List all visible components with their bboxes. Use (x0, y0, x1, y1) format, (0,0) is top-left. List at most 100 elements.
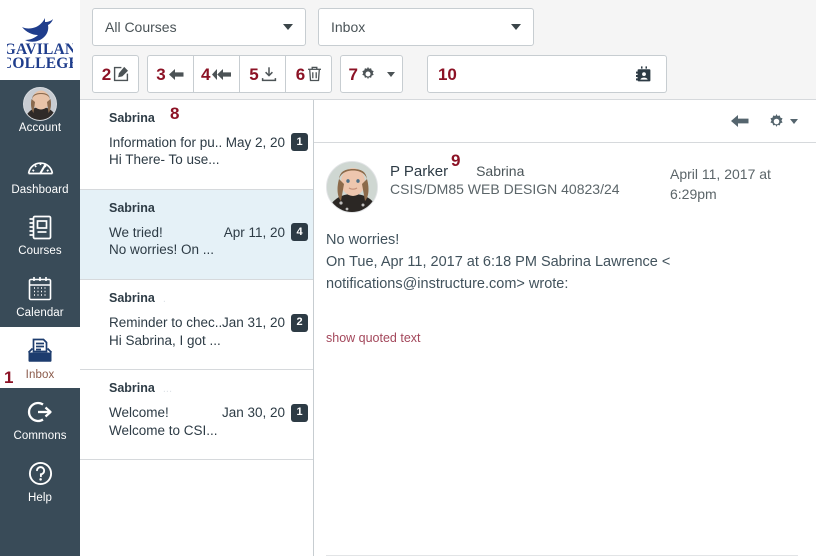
global-nav-items: Account Dashboard (0, 80, 80, 511)
action-row: 2 3 4 (92, 55, 806, 93)
message-subject: Reminder to chec... (109, 315, 221, 331)
sidebar-item-inbox[interactable]: Inbox (0, 327, 80, 389)
message-subject-row: Information for pu.. May 2, 20 1 (109, 135, 299, 151)
annotation-3: 3 (156, 66, 165, 83)
message-subject: Information for pu.. (109, 135, 221, 151)
message-recipient-name: Sabrina (476, 163, 524, 179)
message-header-block: P Parker Sabrina CSIS/DM85 WEB DESIGN 40… (326, 161, 798, 213)
reply-all-double-arrow-icon (212, 67, 232, 82)
message-sender: Sabrina. (109, 292, 299, 305)
message-subject: Welcome! (109, 405, 169, 421)
message-subject: We tried! (109, 225, 163, 241)
message-sender-name: P Parker (390, 163, 448, 180)
message-participants: P Parker Sabrina (390, 163, 658, 180)
inbox-toolbar: All Courses Inbox 2 (80, 0, 816, 99)
reply-button[interactable]: 3 (147, 55, 194, 93)
message-count-badge: 2 (291, 314, 308, 332)
message-subject-row: We tried! Apr 11, 20 4 (109, 225, 299, 241)
message-timestamp: April 11, 2017 at 6:29pm (670, 161, 798, 205)
gear-icon (768, 113, 785, 130)
canvas-inbox-screenshot: GAVILAN COLLEGE (0, 0, 816, 556)
message-subject-row: Reminder to chec... Jan 31, 20 2 (109, 315, 299, 331)
message-course-name: CSIS/DM85 WEB DESIGN 40823/24 (390, 181, 658, 197)
compose-button[interactable]: 2 (92, 55, 139, 93)
archive-button[interactable]: 5 (239, 55, 286, 93)
search-group: 10 (427, 55, 667, 93)
list-item[interactable]: Sabrina Information for pu.. May 2, 20 1… (80, 100, 313, 190)
reply-arrow-icon (730, 113, 750, 129)
course-filter-value: All Courses (105, 19, 177, 35)
annotation-5: 5 (249, 66, 258, 83)
message-sender: Sabrina (109, 112, 299, 125)
sidebar-item-label: Inbox (26, 369, 55, 382)
message-detail-pane: P Parker Sabrina CSIS/DM85 WEB DESIGN 40… (314, 100, 816, 556)
chevron-down-icon (790, 119, 798, 124)
message-preview: Hi Sabrina, I got ... (109, 333, 299, 349)
course-filter-select[interactable]: All Courses (92, 8, 306, 46)
user-avatar-icon (23, 89, 57, 119)
message-actions-group: 3 4 5 (147, 55, 332, 93)
detail-reply-button[interactable] (730, 113, 750, 129)
sidebar-item-help[interactable]: Help (0, 450, 80, 512)
sidebar-item-label: Help (28, 492, 52, 505)
sidebar-item-calendar[interactable]: Calendar (0, 265, 80, 327)
sidebar-item-dashboard[interactable]: Dashboard (0, 142, 80, 204)
inbox-main-region: All Courses Inbox 2 (80, 0, 816, 556)
sidebar-item-account[interactable]: Account (0, 80, 80, 142)
sidebar-item-label: Calendar (16, 307, 63, 320)
message-sender-ghost: . (163, 293, 166, 305)
body-line-2: On Tue, Apr 11, 2017 at 6:18 PM Sabrina … (326, 251, 798, 273)
search-input[interactable]: 10 (427, 55, 623, 93)
show-quoted-text-link[interactable]: show quoted text (326, 331, 421, 345)
global-navigation-sidebar: GAVILAN COLLEGE (0, 0, 80, 556)
message-detail-header (314, 100, 816, 143)
list-item[interactable]: Sabrina. Reminder to chec... Jan 31, 20 … (80, 280, 313, 370)
reply-all-button[interactable]: 4 (193, 55, 240, 93)
dove-icon: GAVILAN COLLEGE (7, 10, 73, 72)
chevron-down-icon (511, 24, 521, 30)
settings-group: 7 (340, 55, 402, 93)
body-line-1: No worries! (326, 229, 798, 251)
detail-header-actions (730, 113, 798, 130)
message-count-badge: 4 (291, 223, 308, 241)
address-book-button[interactable] (622, 55, 667, 93)
message-count-badge: 1 (291, 404, 308, 422)
message-subject-row: Welcome! Jan 30, 20 1 (109, 405, 299, 421)
address-book-icon (636, 66, 652, 83)
message-preview: No worries! On ... (109, 242, 299, 258)
sidebar-item-label: Dashboard (11, 184, 68, 197)
mailbox-scope-value: Inbox (331, 19, 365, 35)
annotation-7: 7 (348, 66, 357, 83)
message-date: Jan 30, 20 (222, 405, 299, 421)
delete-button[interactable]: 6 (285, 55, 332, 93)
filter-row: All Courses Inbox (92, 8, 806, 46)
detail-settings-menu-button[interactable] (768, 113, 798, 130)
message-count-badge: 1 (291, 133, 308, 151)
annotation-2: 2 (102, 66, 111, 83)
settings-menu-button[interactable]: 7 (340, 55, 402, 93)
sidebar-item-label: Account (19, 122, 61, 135)
compose-group: 2 (92, 55, 139, 93)
sidebar-item-courses[interactable]: Courses (0, 203, 80, 265)
mailbox-scope-select[interactable]: Inbox (318, 8, 534, 46)
body-line-3: notifications@instructure.com> wrote: (326, 273, 798, 295)
calendar-icon (28, 274, 52, 304)
help-question-icon (28, 459, 53, 489)
chevron-down-icon (387, 72, 395, 77)
svg-text:COLLEGE: COLLEGE (7, 55, 73, 72)
trash-can-icon (307, 66, 322, 82)
sidebar-item-commons[interactable]: Commons (0, 388, 80, 450)
sidebar-item-label: Commons (13, 430, 66, 443)
chevron-down-icon (283, 24, 293, 30)
commons-arrow-icon (27, 397, 53, 427)
message-body-region: P Parker Sabrina CSIS/DM85 WEB DESIGN 40… (314, 143, 816, 556)
gear-icon (360, 66, 376, 82)
message-date: Apr 11, 20 (224, 225, 299, 241)
list-item[interactable]: Sabrina We tried! Apr 11, 20 4 No worrie… (80, 190, 313, 280)
compose-pencil-square-icon (113, 66, 129, 82)
gavilan-college-logo[interactable]: GAVILAN COLLEGE (0, 0, 80, 80)
dashboard-icon (27, 151, 54, 181)
courses-book-icon (28, 212, 52, 242)
list-item[interactable]: Sabrina... Welcome! Jan 30, 20 1 Welcome… (80, 370, 313, 460)
message-meta: P Parker Sabrina CSIS/DM85 WEB DESIGN 40… (390, 161, 658, 197)
